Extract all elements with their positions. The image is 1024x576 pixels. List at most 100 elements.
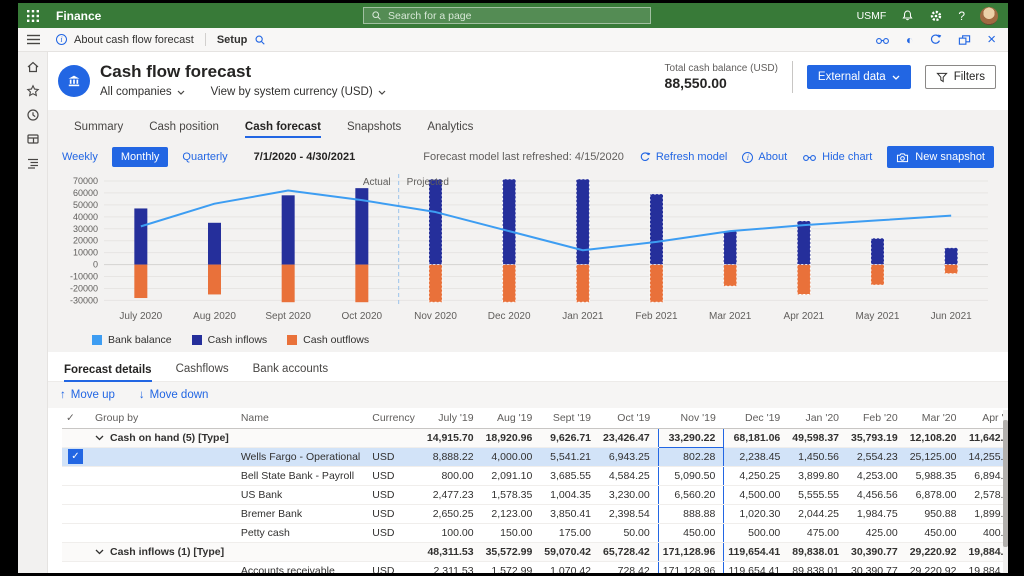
value-cell[interactable]: 35,793.19	[847, 428, 906, 447]
popout-icon[interactable]	[958, 34, 971, 46]
value-cell[interactable]: 29,220.92	[906, 561, 965, 573]
tab-cash-forecast[interactable]: Cash forecast	[245, 121, 321, 133]
value-cell[interactable]: 2,578.20	[964, 485, 1008, 504]
value-cell[interactable]: 68,181.06	[724, 428, 788, 447]
legend-item-bank-balance[interactable]: Bank balance	[92, 334, 172, 346]
value-cell[interactable]: 2,238.45	[724, 447, 788, 466]
column-header-feb-20[interactable]: Feb '20	[847, 408, 906, 428]
value-cell[interactable]: 4,456.56	[847, 485, 906, 504]
value-cell[interactable]: 59,070.42	[540, 542, 599, 561]
select-all-checkbox[interactable]: ✓	[62, 408, 91, 428]
row-checkbox[interactable]	[62, 523, 91, 542]
vertical-scrollbar[interactable]	[1003, 410, 1008, 573]
value-cell[interactable]: 2,091.10	[482, 466, 541, 485]
column-header-dec-19[interactable]: Dec '19	[724, 408, 788, 428]
column-header-name[interactable]: Name	[237, 408, 368, 428]
tab-cash-position[interactable]: Cash position	[149, 121, 219, 133]
details-tab-cashflows[interactable]: Cashflows	[176, 363, 229, 375]
contrast-icon[interactable]: ◐	[906, 33, 913, 47]
value-cell[interactable]: 171,128.96	[658, 542, 724, 561]
value-cell[interactable]: 150.00	[482, 523, 541, 542]
value-cell[interactable]: 4,250.25	[724, 466, 788, 485]
glasses-icon[interactable]	[875, 34, 890, 46]
value-cell[interactable]: 1,578.35	[482, 485, 541, 504]
group-by-cell[interactable]	[91, 504, 237, 523]
column-header-oct-19[interactable]: Oct '19	[599, 408, 658, 428]
value-cell[interactable]: 2,044.25	[788, 504, 847, 523]
value-cell[interactable]: 3,685.55	[540, 466, 599, 485]
value-cell[interactable]: 3,899.80	[788, 466, 847, 485]
currency-cell[interactable]: USD	[368, 447, 423, 466]
tab-snapshots[interactable]: Snapshots	[347, 121, 401, 133]
table-row[interactable]: Petty cashUSD100.00150.00175.0050.00450.…	[62, 523, 1008, 542]
value-cell[interactable]: 475.00	[788, 523, 847, 542]
row-checkbox[interactable]	[62, 485, 91, 504]
value-cell[interactable]: 2,398.54	[599, 504, 658, 523]
move-down-button[interactable]: ↓ Move down	[139, 389, 209, 401]
help-icon[interactable]: ?	[958, 9, 965, 23]
group-row[interactable]: Cash on hand (5) [Type]14,915.7018,920.9…	[62, 428, 1008, 447]
value-cell[interactable]: 3,230.00	[599, 485, 658, 504]
hide-chart-button[interactable]: Hide chart	[802, 151, 872, 163]
value-cell[interactable]: 48,311.53	[423, 542, 482, 561]
value-cell[interactable]: 2,650.25	[423, 504, 482, 523]
scrollbar-thumb[interactable]	[1003, 420, 1008, 547]
value-cell[interactable]: 950.88	[906, 504, 965, 523]
refresh-model-button[interactable]: Refresh model	[639, 151, 728, 163]
value-cell[interactable]: 2,123.00	[482, 504, 541, 523]
value-cell[interactable]: 6,878.00	[906, 485, 965, 504]
currency-cell[interactable]: USD	[368, 561, 423, 573]
group-by-cell[interactable]	[91, 561, 237, 573]
currency-cell[interactable]: USD	[368, 523, 423, 542]
hamburger-menu-icon[interactable]	[18, 34, 48, 45]
value-cell[interactable]: 23,426.47	[599, 428, 658, 447]
group-row[interactable]: Cash inflows (1) [Type]48,311.5335,572.9…	[62, 542, 1008, 561]
value-cell[interactable]: 33,290.22	[658, 428, 724, 447]
value-cell[interactable]: 30,390.77	[847, 561, 906, 573]
column-header-sept-19[interactable]: Sept '19	[540, 408, 599, 428]
value-cell[interactable]: 5,555.55	[788, 485, 847, 504]
table-row[interactable]: Bremer BankUSD2,650.252,123.003,850.412,…	[62, 504, 1008, 523]
currency-cell[interactable]	[368, 542, 423, 561]
value-cell[interactable]: 5,541.21	[540, 447, 599, 466]
value-cell[interactable]: 1,004.35	[540, 485, 599, 504]
value-cell[interactable]: 450.00	[658, 523, 724, 542]
name-cell[interactable]: Bremer Bank	[237, 504, 368, 523]
currency-cell[interactable]	[368, 428, 423, 447]
row-checkbox[interactable]	[62, 428, 91, 447]
row-checkbox[interactable]	[62, 542, 91, 561]
gear-icon[interactable]	[929, 9, 943, 23]
value-cell[interactable]: 1,020.30	[724, 504, 788, 523]
monthly-toggle[interactable]: Monthly	[112, 147, 169, 167]
value-cell[interactable]: 14,255.35	[964, 447, 1008, 466]
value-cell[interactable]: 30,390.77	[847, 542, 906, 561]
waffle-menu-icon[interactable]	[18, 10, 48, 22]
column-header-nov-19[interactable]: Nov '19	[658, 408, 724, 428]
table-row[interactable]: US BankUSD2,477.231,578.351,004.353,230.…	[62, 485, 1008, 504]
value-cell[interactable]: 119,654.41	[724, 542, 788, 561]
legend-item-cash-inflows[interactable]: Cash inflows	[192, 334, 268, 346]
column-header-apr-20[interactable]: Apr '20	[964, 408, 1008, 428]
name-cell[interactable]: Wells Fargo - Operational	[237, 447, 368, 466]
name-cell[interactable]	[237, 428, 368, 447]
value-cell[interactable]: 6,943.25	[599, 447, 658, 466]
company-filter-dropdown[interactable]: All companies	[100, 86, 185, 98]
row-checkbox[interactable]: ✓	[62, 447, 91, 466]
value-cell[interactable]: 500.00	[724, 523, 788, 542]
value-cell[interactable]: 450.00	[906, 523, 965, 542]
value-cell[interactable]: 12,108.20	[906, 428, 965, 447]
group-by-cell[interactable]: Cash on hand (5) [Type]	[91, 428, 237, 447]
filters-button[interactable]: Filters	[925, 65, 996, 89]
value-cell[interactable]: 175.00	[540, 523, 599, 542]
sidebar-recent-icon[interactable]	[26, 108, 40, 122]
about-cash-flow-link[interactable]: About cash flow forecast	[74, 34, 194, 46]
value-cell[interactable]: 2,477.23	[423, 485, 482, 504]
value-cell[interactable]: 25,125.00	[906, 447, 965, 466]
name-cell[interactable]	[237, 542, 368, 561]
group-by-cell[interactable]	[91, 466, 237, 485]
move-up-button[interactable]: ↑ Move up	[60, 389, 115, 401]
value-cell[interactable]: 1,984.75	[847, 504, 906, 523]
value-cell[interactable]: 400.00	[964, 523, 1008, 542]
value-cell[interactable]: 1,070.42	[540, 561, 599, 573]
value-cell[interactable]: 65,728.42	[599, 542, 658, 561]
